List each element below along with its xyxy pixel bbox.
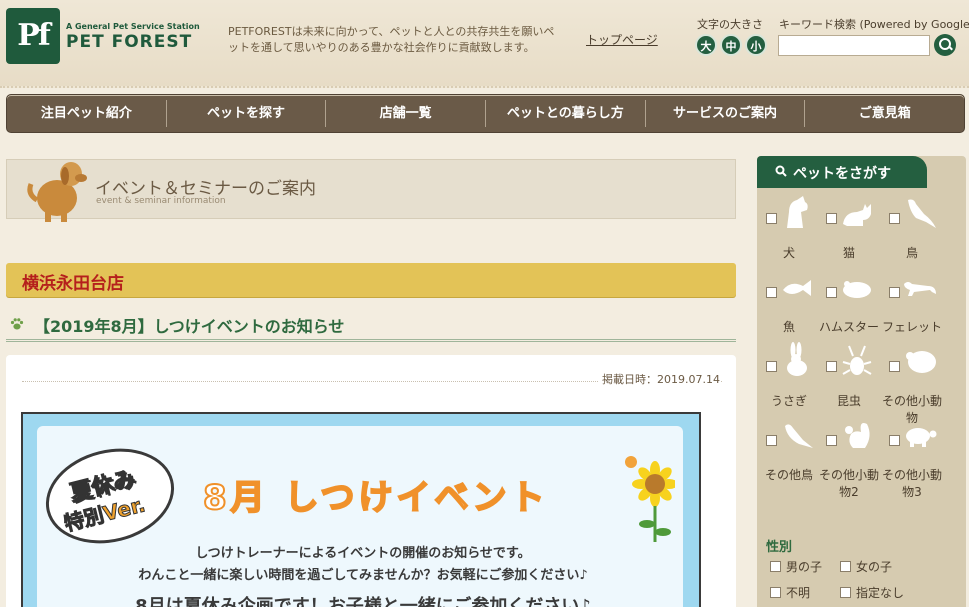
gender-heading: 性別 [766, 540, 793, 555]
pet-checkbox-squirrel[interactable] [826, 435, 837, 446]
post-title: 【2019年8月】しつけイベントのお知らせ [34, 317, 345, 336]
pet-checkbox-fish[interactable] [766, 287, 777, 298]
gender-checkbox-female[interactable] [840, 561, 851, 572]
flyer-text-line1: しつけトレーナーによるイベントの開催のお知らせです。 [195, 546, 531, 561]
gender-checkbox-any[interactable] [840, 587, 851, 598]
nav-item-feedback[interactable]: ご意見箱 [805, 100, 964, 127]
store-heading-bar: 横浜永田台店 [6, 263, 736, 297]
post-card: 掲載日時：2019.07.14 夏休み 特別Ver. 8月 しつけイベント しつ… [6, 355, 736, 607]
gender-option-any[interactable]: 指定なし [840, 584, 904, 601]
squirrel-icon [845, 423, 870, 448]
gender-option-female[interactable]: 女の子 [840, 558, 892, 575]
pet-checkbox-ferret[interactable] [889, 287, 900, 298]
pet-checkbox-insect[interactable] [826, 361, 837, 372]
flyer-text-line3: 8月は夏休み企画です！お子様と一緒にご参加ください♪ [135, 596, 591, 607]
gender-checkbox-unknown[interactable] [770, 587, 781, 598]
gender-checkbox-male[interactable] [770, 561, 781, 572]
top-page-link[interactable]: トップページ [586, 31, 658, 48]
flyer-text-line2: わんこと一緒に楽しい時間を過ごしてみませんか？お気軽にご参加ください♪ [138, 568, 588, 583]
font-size-medium-button[interactable]: 中 [720, 34, 742, 56]
nav-item-stores[interactable]: 店舗一覧 [326, 100, 487, 127]
rabbit-icon [787, 342, 807, 376]
gender-option-male[interactable]: 男の子 [770, 558, 822, 575]
hamster-icon [843, 281, 871, 298]
post-date: 掲載日時：2019.07.14 [598, 371, 720, 387]
flyer-title: 8月 しつけイベント [202, 477, 549, 519]
pet-checkbox-turtle[interactable] [889, 435, 900, 446]
logo-tagline: A General Pet Service Station [66, 22, 200, 31]
nav-item-services[interactable]: サービスのご案内 [646, 100, 806, 127]
font-size-small-button[interactable]: 小 [745, 34, 767, 56]
site-header: Pf A General Pet Service Station PET FOR… [0, 0, 969, 88]
pet-search-sidebar: ペットをさがす 犬 猫 鳥 魚 ハムスター フェレット うさぎ 昆虫 その他小動… [757, 156, 966, 607]
nav-item-find-pets[interactable]: ペットを探す [167, 100, 327, 127]
search-input[interactable] [778, 35, 930, 56]
event-section-subtitle: event & seminar information [96, 196, 226, 206]
event-flyer-image: 夏休み 特別Ver. 8月 しつけイベント しつけトレーナーによるイベントの開催… [21, 412, 701, 607]
gender-label-unknown: 不明 [786, 586, 811, 600]
pet-label-squirrel: その他小動物2 [818, 468, 879, 499]
gender-option-unknown[interactable]: 不明 [770, 584, 810, 601]
pet-checkbox-rabbit[interactable] [766, 361, 777, 372]
pet-option-turtle: その他小動物3 [880, 378, 944, 499]
bird-icon [908, 199, 936, 228]
dog-icon [787, 196, 808, 228]
event-banner: イベント＆セミナーのご案内 event & seminar informatio… [6, 159, 736, 222]
nav-item-featured-pets[interactable]: 注目ペット紹介 [7, 100, 167, 127]
site-tagline: PETFORESTは未来に向かって、ペットと人との共存共生を願いペットを通して思… [228, 25, 555, 54]
font-size-large-button[interactable]: 大 [695, 34, 717, 56]
dog-illustration-icon [27, 162, 87, 222]
search-label: キーワード検索 (Powered by Google) [779, 18, 969, 31]
pet-checkbox-dog[interactable] [766, 213, 777, 224]
font-size-label: 文字の大きさ [697, 18, 763, 31]
gender-label-male: 男の子 [786, 560, 823, 574]
paw-icon [10, 318, 24, 330]
pet-option-squirrel: その他小動物2 [817, 378, 881, 499]
logo-name[interactable]: PET FOREST [66, 32, 192, 52]
pet-label-turtle: その他小動物3 [881, 468, 942, 499]
turtle-icon [906, 428, 937, 447]
main-nav: 注目ペット紹介 ペットを探す 店舗一覧 ペットとの暮らし方 サービスのご案内 ご… [6, 94, 965, 133]
pet-label-other-bird: その他鳥 [764, 468, 813, 482]
other-bird-icon [785, 424, 813, 448]
sunflower-icon [625, 456, 675, 542]
store-name: 横浜永田台店 [22, 274, 124, 294]
pet-checkbox-hamster[interactable] [826, 287, 837, 298]
fish-icon [783, 280, 811, 296]
cat-icon [843, 204, 871, 226]
search-button[interactable] [934, 34, 956, 56]
pet-checkbox-bird[interactable] [889, 213, 900, 224]
pet-checkbox-other-bird[interactable] [766, 435, 777, 446]
ferret-icon [904, 282, 936, 296]
nav-item-living-with-pets[interactable]: ペットとの暮らし方 [486, 100, 646, 127]
insect-icon [842, 345, 872, 375]
small-animal-icon [906, 351, 936, 373]
gender-label-female: 女の子 [856, 560, 893, 574]
pet-checkbox-small-animal[interactable] [889, 361, 900, 372]
pet-checkbox-cat[interactable] [826, 213, 837, 224]
pet-option-other-bird: その他鳥 [757, 378, 821, 482]
logo[interactable]: Pf [6, 8, 60, 64]
post-title-row: 【2019年8月】しつけイベントのお知らせ [6, 310, 736, 342]
gender-label-any: 指定なし [856, 586, 905, 600]
